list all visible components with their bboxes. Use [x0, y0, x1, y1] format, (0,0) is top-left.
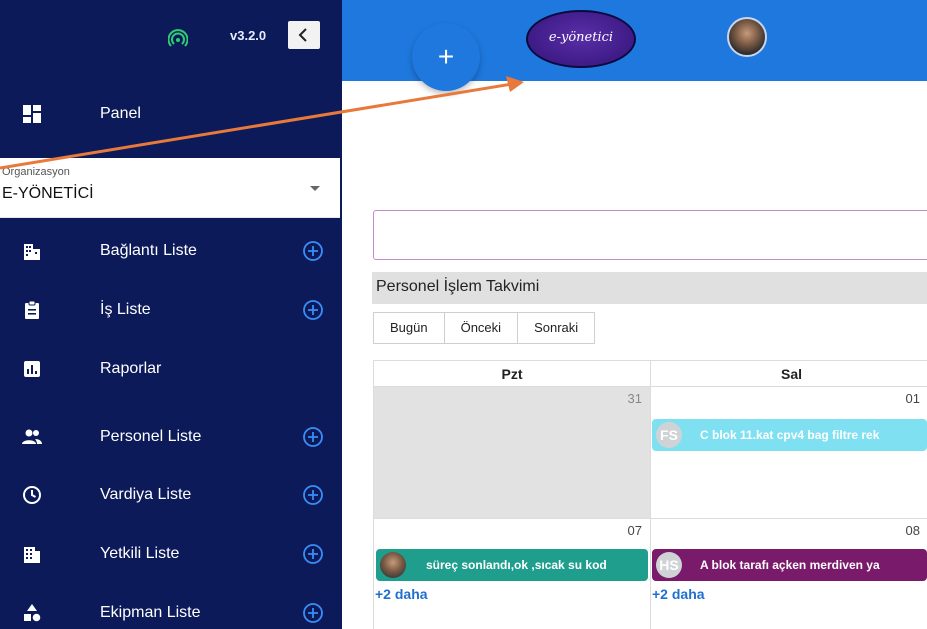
shapes-icon [24, 604, 41, 622]
event-title: süreç sonlandı,ok ,sıcak su kod [426, 558, 607, 572]
sidebar-item-is-liste[interactable]: İş Liste [0, 290, 342, 330]
dropdown-caret-icon [310, 186, 320, 191]
chevron-left-icon [298, 28, 307, 42]
calendar-event[interactable]: FS C blok 11.kat cpv4 bag filtre rek [652, 419, 927, 451]
sidebar: v3.2.0 Panel Organizasyon E-YÖNETİCİ Bağ… [0, 0, 342, 629]
event-title: C blok 11.kat cpv4 bag filtre rek [700, 428, 880, 442]
logo-text: e-yönetici [548, 30, 614, 45]
people-icon [22, 429, 42, 444]
previous-button[interactable]: Önceki [444, 312, 519, 344]
organization-select[interactable]: Organizasyon E-YÖNETİCİ [0, 158, 340, 218]
sidebar-item-label: Panel [100, 105, 141, 122]
calendar-day-cell[interactable]: 31 [373, 386, 651, 519]
add-circle-icon[interactable] [302, 299, 324, 321]
weekday-header-tuesday: Sal [650, 360, 927, 387]
weekday-header-monday: Pzt [373, 360, 651, 387]
calendar-nav-buttons: Bugün Önceki Sonraki [373, 312, 596, 344]
sidebar-item-label: Raporlar [100, 360, 162, 377]
more-events-link[interactable]: +2 daha [375, 586, 428, 602]
sidebar-item-label: Bağlantı Liste [100, 242, 197, 259]
app-logo[interactable]: e-yönetici [526, 10, 636, 68]
user-avatar[interactable] [727, 17, 767, 57]
add-circle-icon[interactable] [302, 484, 324, 506]
sidebar-item-label: İş Liste [100, 301, 151, 318]
organization-value: E-YÖNETİCİ [2, 185, 94, 202]
sidebar-item-label: Ekipman Liste [100, 604, 201, 621]
organization-caption: Organizasyon [2, 166, 70, 178]
buildings-icon [24, 244, 40, 260]
event-avatar-initials: FS [656, 422, 682, 448]
collapse-sidebar-button[interactable] [288, 21, 320, 49]
next-button[interactable]: Sonraki [518, 312, 596, 344]
dashboard-icon [23, 105, 41, 123]
sidebar-item-yetkili-liste[interactable]: Yetkili Liste [0, 534, 342, 574]
day-number: 31 [627, 391, 642, 406]
sidebar-header: v3.2.0 [0, 0, 342, 78]
calendar-title-bar: Personel İşlem Takvimi [372, 272, 927, 304]
sidebar-item-ekipman-liste[interactable]: Ekipman Liste [0, 593, 342, 629]
day-number: 07 [627, 523, 642, 538]
version-label: v3.2.0 [230, 28, 267, 43]
sidebar-item-personel-liste[interactable]: Personel Liste [0, 417, 342, 457]
calendar-day-cell[interactable]: 01 [650, 386, 927, 519]
signal-icon [168, 29, 188, 47]
sidebar-item-vardiya-liste[interactable]: Vardiya Liste [0, 475, 342, 515]
day-number: 08 [905, 523, 920, 538]
more-events-link[interactable]: +2 daha [652, 586, 705, 602]
clock-icon [23, 486, 41, 504]
calendar-title: Personel İşlem Takvimi [376, 278, 540, 295]
clipboard-icon [25, 300, 39, 319]
chart-icon [24, 361, 40, 377]
event-avatar-photo [380, 552, 406, 578]
today-button[interactable]: Bugün [373, 312, 445, 344]
sidebar-item-label: Vardiya Liste [100, 486, 192, 503]
add-circle-icon[interactable] [302, 602, 324, 624]
search-input[interactable] [373, 210, 927, 260]
event-avatar-initials: HS [656, 552, 682, 578]
calendar-grid: Pzt Sal 31 01 07 08 FS C blok 11.kat cpv… [373, 360, 927, 629]
sidebar-item-label: Personel Liste [100, 428, 202, 445]
sidebar-item-panel[interactable]: Panel [0, 94, 342, 134]
sidebar-item-raporlar[interactable]: Raporlar [0, 349, 342, 389]
day-number: 01 [905, 391, 920, 406]
add-circle-icon[interactable] [302, 240, 324, 262]
add-circle-icon[interactable] [302, 543, 324, 565]
event-title: A blok tarafı açken merdiven ya [700, 558, 880, 572]
add-fab-button[interactable]: + [412, 23, 480, 91]
calendar-event[interactable]: süreç sonlandı,ok ,sıcak su kod [376, 549, 648, 581]
building-icon [24, 547, 40, 563]
sidebar-item-label: Yetkili Liste [100, 545, 180, 562]
sidebar-item-baglanti-liste[interactable]: Bağlantı Liste [0, 231, 342, 271]
calendar-event[interactable]: HS A blok tarafı açken merdiven ya [652, 549, 927, 581]
add-circle-icon[interactable] [302, 426, 324, 448]
app-root: v3.2.0 Panel Organizasyon E-YÖNETİCİ Bağ… [0, 0, 927, 629]
